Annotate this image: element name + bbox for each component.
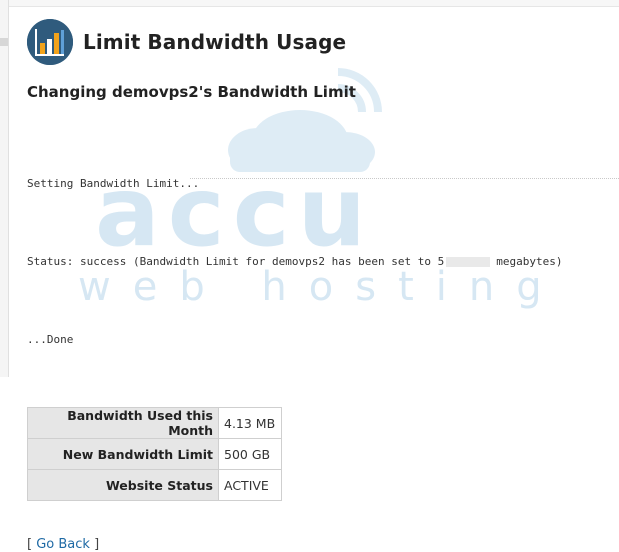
bandwidth-chart-icon [27, 19, 73, 65]
section-subtitle: Changing demovps2's Bandwidth Limit [27, 83, 356, 101]
log-line-setting: Setting Bandwidth Limit... [27, 177, 200, 190]
browser-top-edge [0, 0, 619, 7]
row-label: Bandwidth Used this Month [27, 407, 219, 439]
bracket-open: [ [27, 537, 33, 552]
redacted-value [446, 257, 491, 267]
go-back-link[interactable]: Go Back [36, 537, 90, 552]
table-row: New Bandwidth Limit 500 GB [27, 438, 282, 470]
row-value: 4.13 MB [218, 407, 282, 439]
go-back-container: [ Go Back ] [27, 537, 619, 552]
row-value: ACTIVE [218, 469, 282, 501]
log-status-prefix: Status: success (Bandwidth Limit for dem… [27, 255, 445, 268]
browser-left-edge [0, 0, 9, 377]
log-line-done: ...Done [27, 333, 74, 346]
row-value: 500 GB [218, 438, 282, 470]
status-log: Setting Bandwidth Limit... Status: succe… [27, 119, 619, 405]
table-row: Bandwidth Used this Month 4.13 MB [27, 407, 282, 439]
row-label: Website Status [27, 469, 219, 501]
bandwidth-stats-table: Bandwidth Used this Month 4.13 MB New Ba… [27, 407, 282, 501]
log-status-suffix: megabytes) [496, 255, 563, 268]
edge-marker [0, 38, 8, 46]
row-label: New Bandwidth Limit [27, 438, 219, 470]
page-title: Limit Bandwidth Usage [83, 30, 347, 54]
main-content: Limit Bandwidth Usage Changing demovps2'… [27, 18, 619, 552]
bracket-close: ] [94, 537, 100, 552]
table-row: Website Status ACTIVE [27, 469, 282, 501]
log-line-status: Status: success (Bandwidth Limit for dem… [27, 249, 619, 275]
page-header: Limit Bandwidth Usage [27, 18, 619, 66]
